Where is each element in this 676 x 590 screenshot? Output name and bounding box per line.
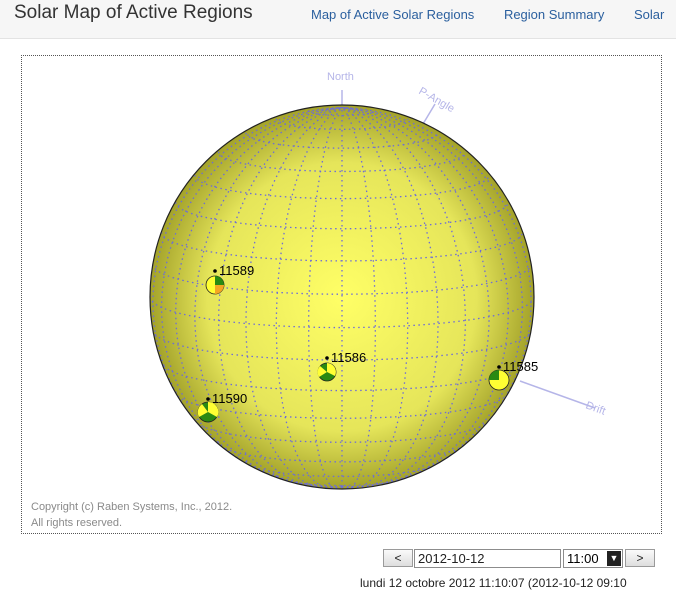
region-dot: [325, 356, 329, 360]
time-value: 11:00: [567, 551, 599, 566]
region-label: 11589: [219, 263, 254, 278]
page-title: Solar Map of Active Regions: [14, 2, 253, 23]
time-select[interactable]: 11:00 ▼: [563, 549, 623, 568]
region-label: 11585: [503, 359, 538, 374]
chevron-down-icon[interactable]: ▼: [607, 551, 621, 566]
drift-line: [519, 380, 596, 409]
region-label: 11586: [331, 350, 366, 365]
nav-solar[interactable]: Solar: [634, 7, 664, 22]
copyright-line: Copyright (c) Raben Systems, Inc., 2012.: [31, 501, 233, 513]
copyright-line: All rights reserved.: [31, 517, 123, 529]
region-dot: [206, 397, 210, 401]
datetime-footer: lundi 12 octobre 2012 11:10:07 (2012-10-…: [360, 576, 627, 590]
nav-region-summary[interactable]: Region Summary: [504, 7, 604, 22]
region-dot: [497, 365, 501, 369]
region-dot: [213, 269, 217, 273]
nav-map-of-active-solar-regions[interactable]: Map of Active Solar Regions: [311, 7, 474, 22]
next-date-button[interactable]: >: [625, 549, 655, 567]
drift-label: Drift: [584, 400, 607, 418]
north-label: North: [327, 71, 354, 83]
previous-date-button[interactable]: <: [383, 549, 413, 567]
copyright-notice: Copyright (c) Raben Systems, Inc., 2012.…: [31, 499, 232, 531]
top-bar: Solar Map of Active Regions Map of Activ…: [0, 0, 676, 39]
region-label: 11590: [212, 391, 247, 406]
solar-map[interactable]: North P-Angle Drift 11589 11586 11585 11…: [22, 56, 661, 533]
main-nav: Map of Active Solar Regions Region Summa…: [298, 7, 676, 27]
date-input[interactable]: [414, 549, 561, 568]
solar-map-panel: North P-Angle Drift 11589 11586 11585 11…: [21, 55, 662, 534]
p-angle-label: P-Angle: [417, 85, 457, 115]
